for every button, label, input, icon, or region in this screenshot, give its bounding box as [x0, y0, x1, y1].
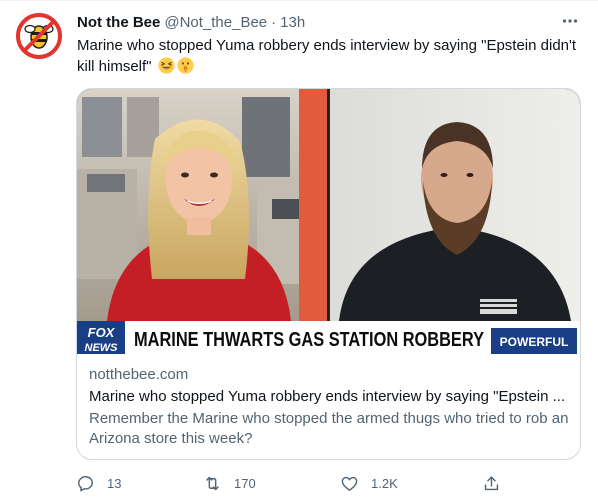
card-domain: notthebee.com — [89, 366, 189, 383]
heart-icon — [341, 476, 358, 491]
shushing-face-icon — [177, 57, 194, 74]
reply-icon — [78, 475, 93, 491]
tweet-body: Marine who stopped Yuma robbery ends int… — [77, 37, 577, 75]
tweet-actions: 13 170 1.2K — [76, 472, 506, 494]
handle[interactable]: @Not_the_Bee — [164, 14, 267, 31]
like-count: 1.2K — [371, 475, 398, 491]
display-name[interactable]: Not the Bee — [77, 14, 160, 31]
tweet[interactable]: Not the Bee @Not_the_Bee · 13h Marine wh… — [0, 0, 598, 504]
tweet-text: Marine who stopped Yuma robbery ends int… — [77, 35, 582, 77]
retweet-button[interactable]: 170 — [203, 472, 256, 494]
link-card[interactable]: FOX NEWS MARINE THWARTS GAS STATION ROBB… — [76, 88, 581, 460]
avatar[interactable] — [15, 12, 63, 60]
fox-logo-text: FOX — [88, 325, 116, 340]
card-description: Remember the Marine who stopped the arme… — [89, 410, 569, 447]
card-title: Marine who stopped Yuma robbery ends int… — [89, 388, 566, 405]
more-icon — [562, 19, 578, 23]
like-button[interactable]: 1.2K — [340, 472, 398, 494]
reply-button[interactable]: 13 — [76, 472, 121, 494]
banner-headline: MARINE THWARTS GAS STATION ROBBERY — [134, 329, 485, 351]
share-icon — [484, 475, 499, 490]
reply-count: 13 — [107, 475, 122, 491]
more-options-button[interactable] — [560, 11, 580, 31]
news-logo-text: NEWS — [85, 342, 119, 354]
card-meta: notthebee.com Marine who stopped Yuma ro… — [89, 365, 569, 449]
timestamp[interactable]: 13h — [280, 14, 305, 31]
share-button[interactable] — [482, 472, 501, 494]
separator: · — [271, 13, 277, 31]
retweet-icon — [206, 476, 219, 490]
banner-tag: POWERFUL — [500, 335, 569, 349]
grinning-squinting-face-icon — [158, 57, 175, 74]
retweet-count: 170 — [234, 475, 256, 491]
card-image[interactable]: FOX NEWS MARINE THWARTS GAS STATION ROBB… — [77, 89, 580, 354]
tweet-header: Not the Bee @Not_the_Bee · 13h — [77, 12, 305, 32]
not-the-bee-logo-icon — [16, 13, 62, 59]
news-broadcast-image: FOX NEWS MARINE THWARTS GAS STATION ROBB… — [77, 89, 580, 354]
